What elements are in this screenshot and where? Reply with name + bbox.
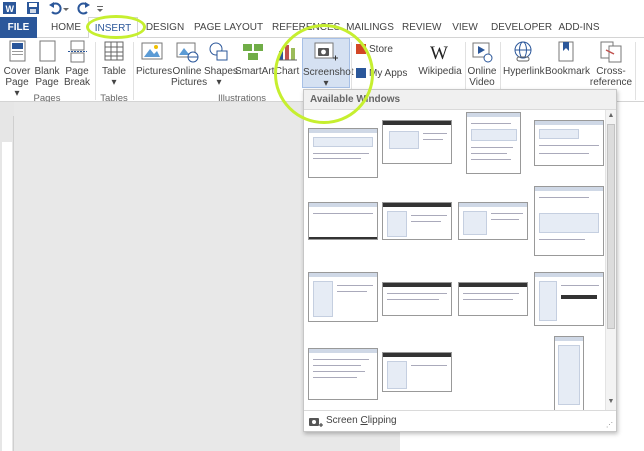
gallery-scrollbar[interactable]: ▲ ▼: [605, 110, 616, 410]
insert-tab-highlight: [86, 15, 146, 39]
redo-icon[interactable]: [77, 1, 91, 15]
table-dropdown-arrow: ▾: [111, 77, 117, 88]
page-break-button[interactable]: Page Break: [63, 40, 91, 88]
window-thumbnail-8[interactable]: [534, 186, 604, 256]
cover-page-button[interactable]: Cover Page ▾: [2, 40, 32, 99]
wikipedia-label: Wikipedia: [418, 66, 462, 77]
window-thumbnail-10[interactable]: [382, 282, 452, 316]
tab-page-layout[interactable]: PAGE LAYOUT: [194, 17, 263, 38]
page-break-label-2: Break: [63, 77, 91, 88]
page-break-label-1: Page: [65, 66, 89, 77]
store-label: Store: [369, 44, 393, 55]
wikipedia-icon: W: [427, 40, 453, 64]
scroll-up-arrow-icon[interactable]: ▲: [606, 111, 616, 121]
online-pictures-icon: [174, 40, 200, 64]
shapes-icon: [206, 40, 232, 64]
smartart-label: SmartArt: [235, 66, 275, 77]
tab-review[interactable]: REVIEW: [402, 17, 441, 38]
available-windows-gallery: [304, 110, 604, 412]
cross-reference-label-1: Cross-: [596, 66, 626, 77]
cover-page-icon: [4, 40, 30, 64]
hyperlink-icon: [510, 40, 536, 64]
online-pictures-label-1: Online: [172, 66, 202, 77]
svg-text:W: W: [6, 4, 15, 14]
smartart-button[interactable]: SmartArt: [235, 40, 275, 77]
pictures-icon: [139, 40, 165, 64]
smartart-icon: [240, 40, 266, 64]
tab-developer[interactable]: DEVELOPER: [491, 17, 552, 38]
online-pictures-button[interactable]: Online Pictures: [171, 40, 208, 88]
bookmark-label: Bookmark: [545, 66, 591, 77]
save-icon[interactable]: [26, 1, 40, 15]
blank-page-icon: [34, 40, 60, 64]
group-separator: [133, 42, 134, 100]
screenshot-button-highlight: [274, 24, 374, 124]
tab-add-ins[interactable]: ADD-INS: [557, 17, 601, 38]
window-thumbnail-14[interactable]: [382, 352, 452, 392]
pictures-label: Pictures: [136, 66, 173, 77]
window-thumbnail-snipping-tool[interactable]: [308, 128, 378, 178]
window-thumbnail-7[interactable]: [458, 202, 528, 240]
window-thumbnail-4[interactable]: [534, 120, 604, 166]
ruler-margin: [2, 142, 12, 451]
scroll-down-arrow-icon[interactable]: ▼: [606, 397, 616, 407]
my-apps-label: My Apps: [369, 68, 408, 79]
window-thumbnail-12[interactable]: [534, 272, 604, 326]
tab-file[interactable]: FILE: [0, 17, 37, 38]
window-thumbnail-13[interactable]: [308, 348, 378, 400]
resize-grip-icon[interactable]: ⋰: [606, 421, 613, 429]
blank-page-label-2: Page: [35, 77, 59, 88]
window-thumbnail-2[interactable]: [382, 120, 452, 164]
online-video-icon: [469, 40, 495, 64]
shapes-label: Shapes: [204, 66, 238, 77]
page-break-icon: [64, 40, 90, 64]
shapes-dropdown-arrow: ▾: [216, 77, 222, 88]
cover-page-label-1: Cover: [3, 66, 31, 77]
online-video-label-2: Video: [469, 77, 495, 88]
online-pictures-label-2: Pictures: [171, 77, 208, 88]
hyperlink-button[interactable]: Hyperlink: [503, 40, 545, 77]
table-button[interactable]: Table ▾: [99, 40, 129, 88]
cross-reference-icon: [598, 40, 624, 64]
blank-page-button[interactable]: Blank Page: [33, 40, 61, 88]
window-thumbnail-3[interactable]: [466, 112, 521, 174]
tab-design[interactable]: DESIGN: [142, 17, 188, 38]
table-label: Table: [102, 66, 126, 77]
undo-icon[interactable]: [48, 1, 62, 15]
cross-reference-button[interactable]: Cross- reference: [589, 40, 633, 88]
scrollbar-thumb[interactable]: [607, 124, 615, 329]
hyperlink-label: Hyperlink: [503, 66, 545, 77]
undo-dropdown-icon[interactable]: [63, 1, 69, 15]
title-bar: W: [0, 0, 644, 17]
pictures-button[interactable]: Pictures: [136, 40, 173, 77]
window-thumbnail-6[interactable]: [382, 202, 452, 240]
screen-clipping-label: Screen Clipping: [326, 415, 397, 426]
window-thumbnail-5[interactable]: [308, 202, 378, 240]
blank-page-label-1: Blank: [34, 66, 60, 77]
window-thumbnail-15[interactable]: [554, 336, 584, 412]
window-thumbnail-11[interactable]: [458, 282, 528, 316]
vertical-ruler: [0, 102, 14, 451]
svg-text:W: W: [430, 43, 448, 64]
screen-clipping-item[interactable]: Screen Clipping ⋰: [304, 410, 616, 431]
group-separator: [95, 42, 96, 100]
word-app-icon[interactable]: W: [3, 1, 17, 15]
table-icon: [101, 40, 127, 64]
shapes-button[interactable]: Shapes ▾: [204, 40, 238, 88]
screen-clipping-icon: [309, 416, 323, 431]
screenshot-dropdown-panel: Available Windows ▲ ▼ Screen Clipping ⋰: [303, 89, 617, 432]
bookmark-button[interactable]: Bookmark: [545, 40, 591, 77]
online-video-button[interactable]: Online Video: [467, 40, 497, 88]
tab-home[interactable]: HOME: [47, 17, 85, 38]
cross-reference-label-2: reference: [589, 77, 633, 88]
wikipedia-button[interactable]: W Wikipedia: [418, 40, 462, 77]
window-thumbnail-9[interactable]: [308, 272, 378, 322]
bookmark-icon: [553, 40, 579, 64]
customize-qat-icon[interactable]: [96, 1, 104, 15]
tab-view[interactable]: VIEW: [450, 17, 480, 38]
ruler-corner[interactable]: [0, 102, 14, 116]
group-separator: [635, 42, 636, 100]
online-video-label-1: Online: [467, 66, 497, 77]
